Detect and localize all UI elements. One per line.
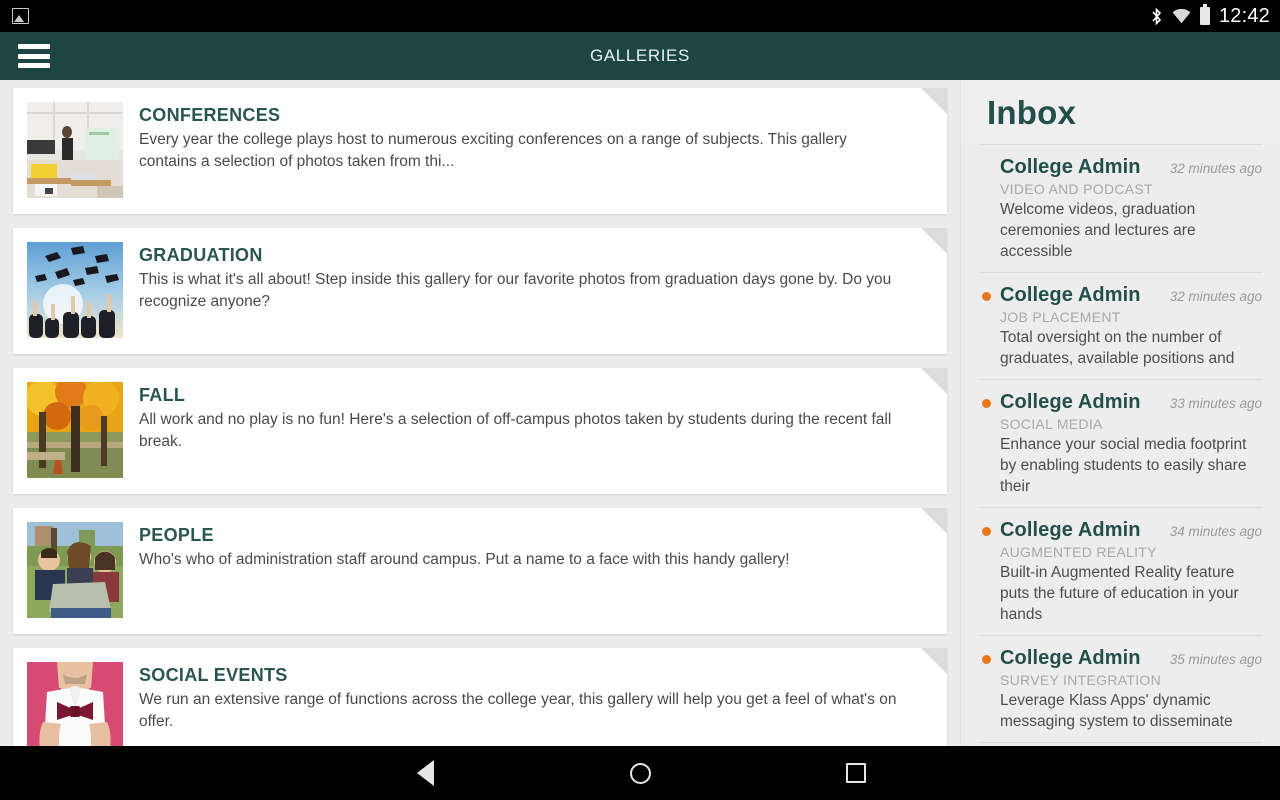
inbox-item-header: College Admin 35 minutes ago [979, 645, 1262, 671]
inbox-item[interactable]: College Admin 32 minutes ago VIDEO AND P… [979, 144, 1262, 272]
status-bar-left [12, 8, 29, 24]
inbox-timestamp: 33 minutes ago [1169, 396, 1262, 411]
app-bar: GALLERIES [0, 32, 1280, 80]
inbox-timestamp: 34 minutes ago [1169, 524, 1262, 539]
inbox-preview: Total oversight on the number of graduat… [1000, 329, 1235, 367]
status-bar-clock: 12:42 [1218, 4, 1270, 27]
inbox-item[interactable]: College Admin 34 minutes ago AUGMENTED R… [979, 507, 1262, 635]
gallery-list[interactable]: CONFERENCES Every year the college plays… [0, 80, 960, 746]
gallery-thumbnail [27, 382, 123, 478]
hamburger-menu-icon[interactable] [18, 44, 50, 68]
inbox-preview: Leverage Klass Apps' dynamic messaging s… [1000, 692, 1233, 730]
content-area: CONFERENCES Every year the college plays… [0, 80, 1280, 746]
gallery-card[interactable]: FALL All work and no play is no fun! Her… [13, 368, 947, 494]
inbox-category: AUGMENTED REALITY [1000, 544, 1157, 560]
gallery-card-body: SOCIAL EVENTS We run an extensive range … [123, 662, 947, 746]
gallery-title: GRADUATION [139, 245, 263, 265]
gallery-card[interactable]: PEOPLE Who's who of administration staff… [13, 508, 947, 634]
inbox-timestamp: 35 minutes ago [1169, 652, 1262, 667]
gallery-card[interactable]: GRADUATION This is what it's all about! … [13, 228, 947, 354]
gallery-thumbnail [27, 242, 123, 338]
inbox-title: Inbox [987, 94, 1076, 131]
inbox-header: Inbox [961, 80, 1280, 144]
inbox-timestamp: 32 minutes ago [1169, 289, 1262, 304]
inbox-sender: College Admin [1000, 284, 1141, 306]
wifi-icon [1172, 8, 1191, 23]
inbox-item-header: College Admin 32 minutes ago [979, 154, 1262, 180]
android-nav-bar [0, 746, 1280, 800]
gallery-title: SOCIAL EVENTS [139, 665, 288, 685]
battery-icon [1199, 4, 1210, 25]
inbox-timestamp: 32 minutes ago [1169, 161, 1262, 176]
gallery-thumbnail [27, 662, 123, 746]
inbox-preview: Built-in Augmented Reality feature puts … [1000, 564, 1239, 623]
inbox-sender: College Admin [1000, 391, 1141, 413]
gallery-card-body: CONFERENCES Every year the college plays… [123, 102, 947, 214]
gallery-thumbnail [27, 522, 123, 618]
inbox-category: VIDEO AND PODCAST [1000, 181, 1153, 197]
inbox-item-header: College Admin 33 minutes ago [979, 389, 1262, 415]
inbox-preview: Welcome videos, graduation ceremonies an… [1000, 201, 1196, 260]
inbox-category: SURVEY INTEGRATION [1000, 672, 1161, 688]
unread-dot-icon [982, 292, 991, 301]
inbox-item-header: College Admin 32 minutes ago [979, 282, 1262, 308]
inbox-sender: College Admin [1000, 647, 1141, 669]
gallery-title: PEOPLE [139, 525, 214, 545]
inbox-preview: Enhance your social media footprint by e… [1000, 436, 1247, 495]
gallery-thumbnail [27, 102, 123, 198]
status-bar-right: 12:42 [1150, 4, 1270, 28]
gallery-description: We run an extensive range of functions a… [139, 691, 897, 730]
photo-icon [12, 8, 29, 24]
inbox-list[interactable]: College Admin 32 minutes ago VIDEO AND P… [961, 144, 1280, 743]
inbox-sender: College Admin [1000, 519, 1141, 541]
gallery-description: Who's who of administration staff around… [139, 551, 790, 568]
bluetooth-icon [1152, 7, 1162, 25]
recents-square-icon[interactable] [816, 746, 896, 800]
gallery-title: CONFERENCES [139, 105, 281, 125]
inbox-category: JOB PLACEMENT [1000, 309, 1121, 325]
inbox-item[interactable]: College Admin 35 minutes ago SURVEY INTE… [979, 635, 1262, 743]
unread-dot-icon [982, 399, 991, 408]
gallery-card[interactable]: CONFERENCES Every year the college plays… [13, 88, 947, 214]
home-circle-icon[interactable] [600, 746, 680, 800]
gallery-card-body: FALL All work and no play is no fun! Her… [123, 382, 947, 494]
unread-dot-icon [982, 527, 991, 536]
unread-dot-icon [982, 655, 991, 664]
inbox-sender: College Admin [1000, 156, 1141, 178]
inbox-item-header: College Admin 34 minutes ago [979, 517, 1262, 543]
page-title: GALLERIES [590, 46, 690, 65]
status-bar: 12:42 [0, 0, 1280, 32]
gallery-description: Every year the college plays host to num… [139, 131, 847, 170]
gallery-title: FALL [139, 385, 186, 405]
app-root: 12:42 GALLERIES CONFERENCES Every year t… [0, 0, 1280, 800]
inbox-panel: Inbox College Admin 32 minutes ago VIDEO… [960, 80, 1280, 746]
gallery-description: This is what it's all about! Step inside… [139, 271, 892, 310]
gallery-card-body: PEOPLE Who's who of administration staff… [123, 522, 947, 634]
gallery-description: All work and no play is no fun! Here's a… [139, 411, 892, 450]
inbox-category: SOCIAL MEDIA [1000, 416, 1103, 432]
gallery-card-body: GRADUATION This is what it's all about! … [123, 242, 947, 354]
back-triangle-icon[interactable] [385, 746, 465, 800]
inbox-item[interactable]: College Admin 32 minutes ago JOB PLACEME… [979, 272, 1262, 379]
gallery-card[interactable]: SOCIAL EVENTS We run an extensive range … [13, 648, 947, 746]
inbox-item[interactable]: College Admin 33 minutes ago SOCIAL MEDI… [979, 379, 1262, 507]
